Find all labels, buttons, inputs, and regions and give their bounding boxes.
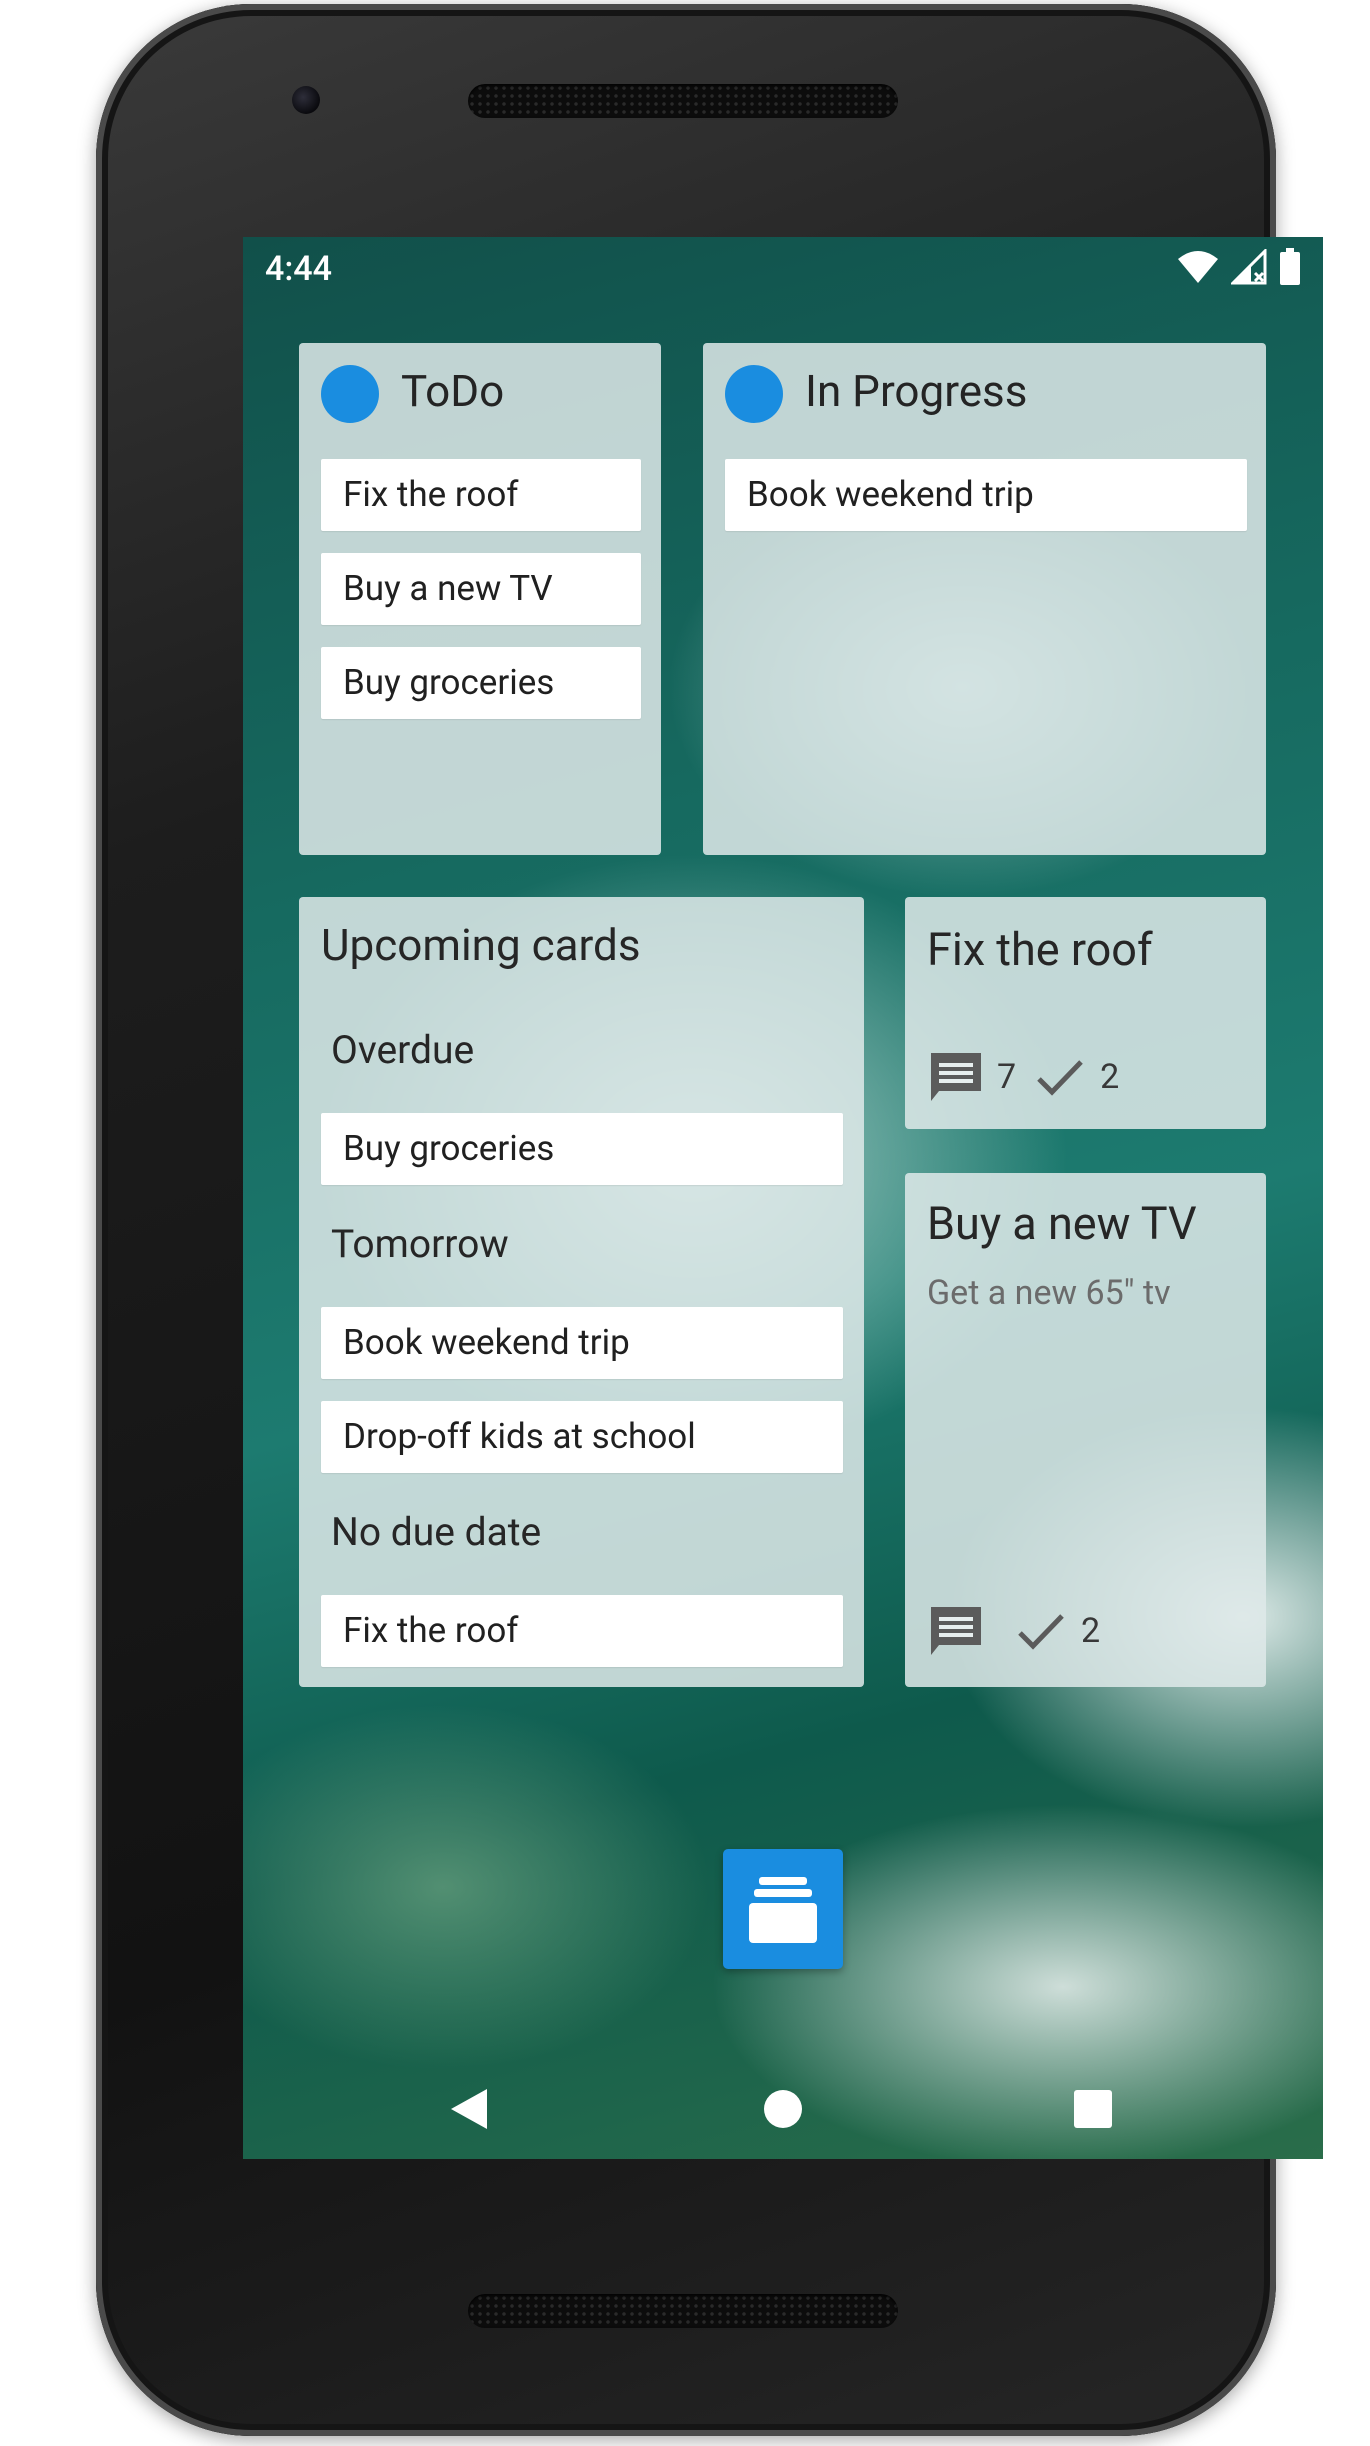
checklist-count: 2 bbox=[1081, 1611, 1101, 1651]
checklist-icon bbox=[1017, 1611, 1065, 1651]
navigation-bar bbox=[243, 2057, 1323, 2159]
comment-icon bbox=[929, 1051, 983, 1103]
list-title: In Progress bbox=[805, 365, 1028, 417]
section-label: Overdue bbox=[331, 1027, 475, 1073]
list-color-dot bbox=[321, 365, 379, 423]
list-item[interactable]: Book weekend trip bbox=[725, 459, 1247, 531]
widget-list-todo[interactable]: ToDo Fix the roof Buy a new TV Buy groce… bbox=[299, 343, 661, 855]
top-speaker bbox=[468, 84, 898, 118]
list-title: ToDo bbox=[401, 365, 505, 417]
signal-icon bbox=[1229, 247, 1267, 289]
card-title: Buy a new TV bbox=[927, 1197, 1197, 1250]
status-bar: 4:44 bbox=[243, 237, 1323, 299]
list-color-dot bbox=[725, 365, 783, 423]
home-icon[interactable] bbox=[763, 2089, 803, 2133]
status-time: 4:44 bbox=[265, 249, 332, 289]
checklist-icon bbox=[1036, 1057, 1084, 1097]
checklist-count: 2 bbox=[1100, 1057, 1120, 1097]
list-item[interactable]: Buy groceries bbox=[321, 1113, 843, 1185]
widget-card-fix-roof[interactable]: Fix the roof 7 2 bbox=[905, 897, 1266, 1129]
card-badges: 7 2 bbox=[929, 1049, 1119, 1105]
comment-icon bbox=[929, 1605, 983, 1657]
app-launcher-button[interactable] bbox=[723, 1849, 843, 1969]
battery-icon bbox=[1279, 248, 1301, 290]
card-title: Fix the roof bbox=[927, 923, 1153, 976]
phone-frame: 4:44 ToDo Fix the roof Buy a new TV Buy … bbox=[96, 4, 1323, 2436]
widget-upcoming-cards[interactable]: Upcoming cards Overdue Buy groceries Tom… bbox=[299, 897, 864, 1687]
bottom-speaker bbox=[468, 2294, 898, 2328]
list-item[interactable]: Fix the roof bbox=[321, 1595, 843, 1667]
home-screen: 4:44 ToDo Fix the roof Buy a new TV Buy … bbox=[243, 237, 1323, 2159]
wifi-icon bbox=[1177, 249, 1219, 289]
status-icons bbox=[1177, 247, 1301, 290]
comment-count: 7 bbox=[997, 1057, 1017, 1097]
widget-card-buy-tv[interactable]: Buy a new TV Get a new 65" tv 2 bbox=[905, 1173, 1266, 1687]
recents-icon[interactable] bbox=[1073, 2089, 1113, 2133]
list-item[interactable]: Drop-off kids at school bbox=[321, 1401, 843, 1473]
card-badges: 2 bbox=[929, 1603, 1100, 1659]
list-item[interactable]: Book weekend trip bbox=[321, 1307, 843, 1379]
list-item[interactable]: Fix the roof bbox=[321, 459, 641, 531]
widget-list-in-progress[interactable]: In Progress Book weekend trip bbox=[703, 343, 1266, 855]
widget-title: Upcoming cards bbox=[321, 919, 641, 971]
section-label: No due date bbox=[331, 1509, 542, 1555]
section-label: Tomorrow bbox=[331, 1221, 509, 1267]
card-description: Get a new 65" tv bbox=[927, 1273, 1171, 1313]
front-camera bbox=[292, 86, 320, 114]
list-item[interactable]: Buy groceries bbox=[321, 647, 641, 719]
list-item[interactable]: Buy a new TV bbox=[321, 553, 641, 625]
card-stack-icon bbox=[749, 1873, 817, 1949]
back-icon[interactable] bbox=[449, 2087, 489, 2135]
